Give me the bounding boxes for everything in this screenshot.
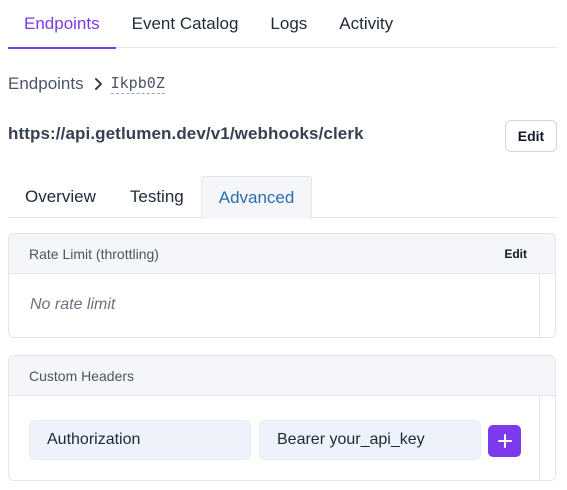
rate-limit-header: Rate Limit (throttling) Edit [9, 234, 555, 274]
custom-headers-title: Custom Headers [29, 367, 135, 384]
add-header-button[interactable] [488, 425, 521, 457]
custom-headers-header: Custom Headers [9, 356, 555, 396]
rate-limit-card: Rate Limit (throttling) Edit No rate lim… [8, 233, 556, 338]
chevron-right-icon [94, 77, 103, 91]
header-key-input[interactable] [29, 420, 251, 460]
tab-event-catalog[interactable]: Event Catalog [116, 0, 255, 48]
tab-endpoints[interactable]: Endpoints [8, 0, 116, 49]
custom-headers-scrollbar[interactable] [539, 396, 555, 480]
tab-advanced[interactable]: Advanced [200, 176, 313, 219]
edit-rate-limit-button[interactable]: Edit [504, 247, 527, 261]
custom-headers-card: Custom Headers [8, 355, 556, 481]
custom-headers-body [9, 396, 555, 480]
plus-icon [497, 434, 512, 448]
top-nav-tabs: Endpoints Event Catalog Logs Activity [8, 0, 557, 49]
tab-testing[interactable]: Testing [113, 176, 201, 218]
tab-activity[interactable]: Activity [323, 0, 409, 48]
endpoint-subtabs: Overview Testing Advanced [8, 176, 557, 219]
endpoint-id[interactable]: Ikpb0Z [110, 74, 165, 94]
breadcrumb: Endpoints Ikpb0Z [8, 72, 165, 96]
rate-limit-value: No rate limit [30, 296, 116, 313]
edit-endpoint-button[interactable]: Edit [505, 120, 557, 152]
tab-overview[interactable]: Overview [8, 176, 113, 218]
endpoint-url: https://api.getlumen.dev/v1/webhooks/cle… [8, 124, 364, 143]
tab-logs[interactable]: Logs [254, 0, 323, 48]
rate-limit-title: Rate Limit (throttling) [29, 245, 159, 262]
header-value-input[interactable] [259, 420, 481, 460]
rate-limit-scrollbar[interactable] [539, 274, 555, 337]
breadcrumb-endpoints-link[interactable]: Endpoints [8, 74, 84, 94]
